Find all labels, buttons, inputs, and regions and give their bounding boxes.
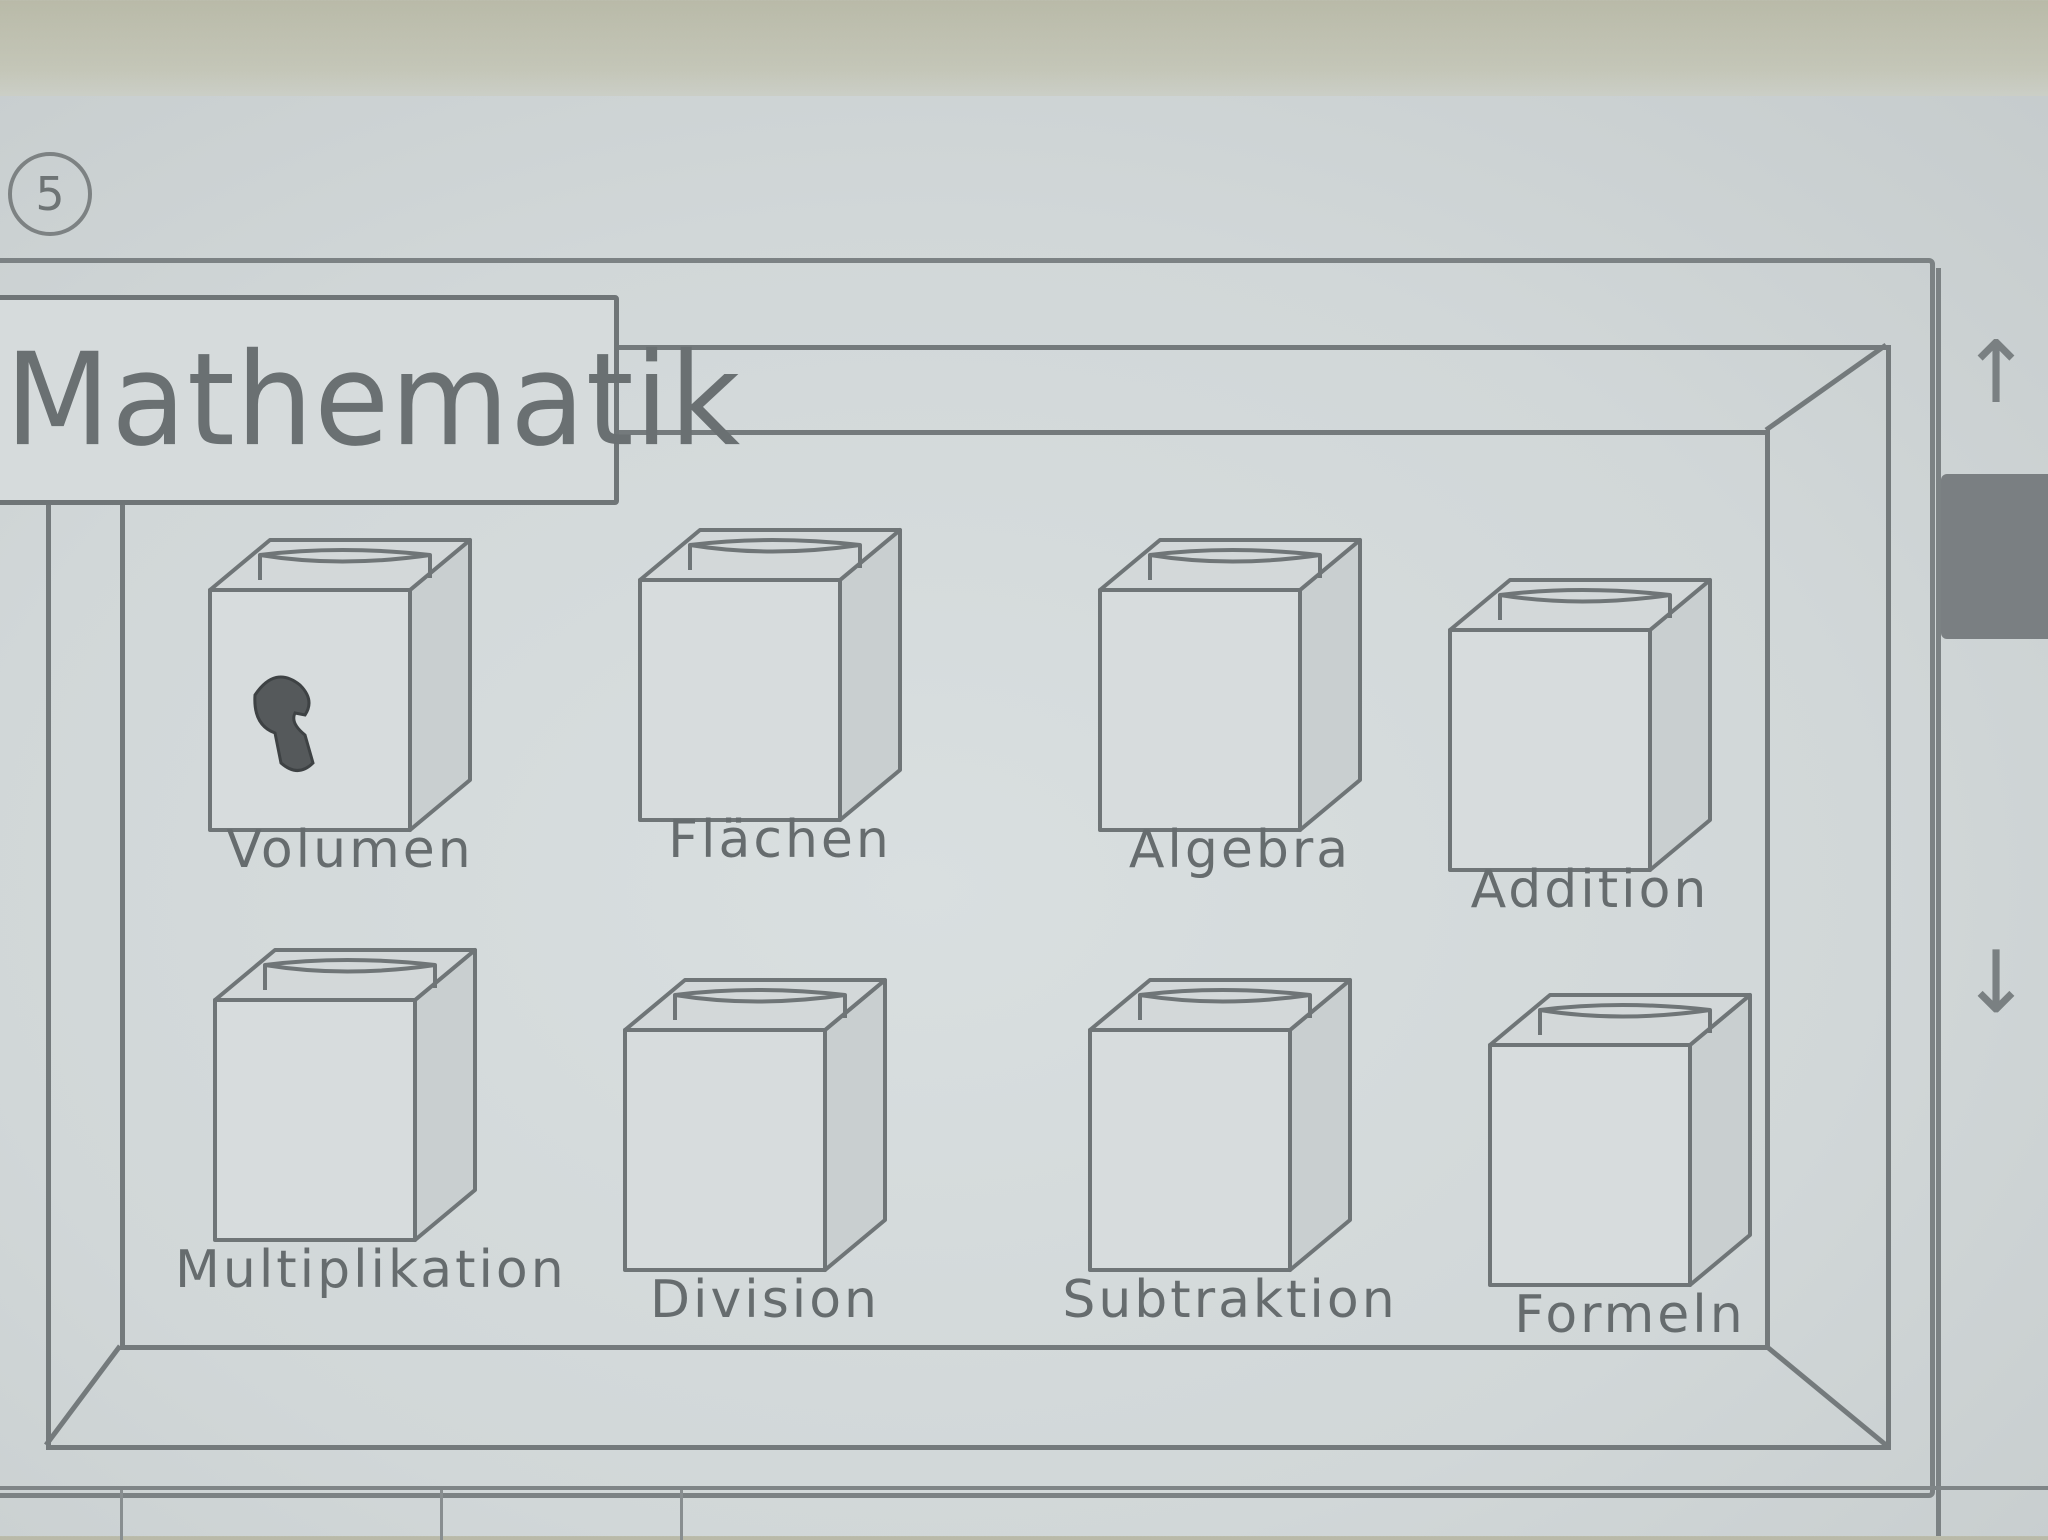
folder-box-icon [213,948,477,1242]
category-tile-algebra[interactable]: Algebra [1090,520,1390,940]
bottom-bar [0,1486,2048,1540]
folder-box-icon [638,528,902,822]
folder-box-icon [1088,978,1352,1272]
folder-box-icon [1488,993,1752,1287]
category-tile-division[interactable]: Division [615,960,915,1380]
category-tile-multiplikation[interactable]: Multiplikation [175,930,564,1350]
bottom-divider [680,1490,683,1540]
category-label: Multiplikation [175,1240,567,1300]
bottom-divider [440,1490,443,1540]
category-tile-subtraktion[interactable]: Subtraktion [1062,960,1395,1380]
category-label: Addition [1470,860,1710,920]
arrow-up-icon[interactable]: ↑ [1960,298,2032,448]
category-tile-flachen[interactable]: Flächen [630,510,930,930]
folder-box-icon [208,538,472,832]
folder-box-icon [1448,578,1712,872]
page-title-tab: Mathematik [0,295,740,505]
category-label: Formeln [1514,1285,1746,1345]
vertical-scrollbar[interactable]: ↑ ↓ [1936,268,2048,1536]
category-tile-volumen[interactable]: Volumen [200,520,500,940]
category-label: Division [649,1270,881,1330]
bottom-divider [120,1490,123,1540]
category-label: Flächen [668,810,892,870]
category-label: Subtraktion [1062,1270,1398,1330]
category-label: Algebra [1128,820,1352,880]
arrow-down-icon[interactable]: ↓ [1960,908,2032,1058]
folder-box-icon [1098,538,1362,832]
category-label: Volumen [226,820,474,880]
category-tile-addition[interactable]: Addition [1440,560,1740,980]
page-title: Mathematik [5,325,742,475]
category-tile-formeln[interactable]: Formeln [1480,975,1780,1395]
folder-box-icon [623,978,887,1272]
scroll-thumb[interactable] [1941,474,2048,639]
